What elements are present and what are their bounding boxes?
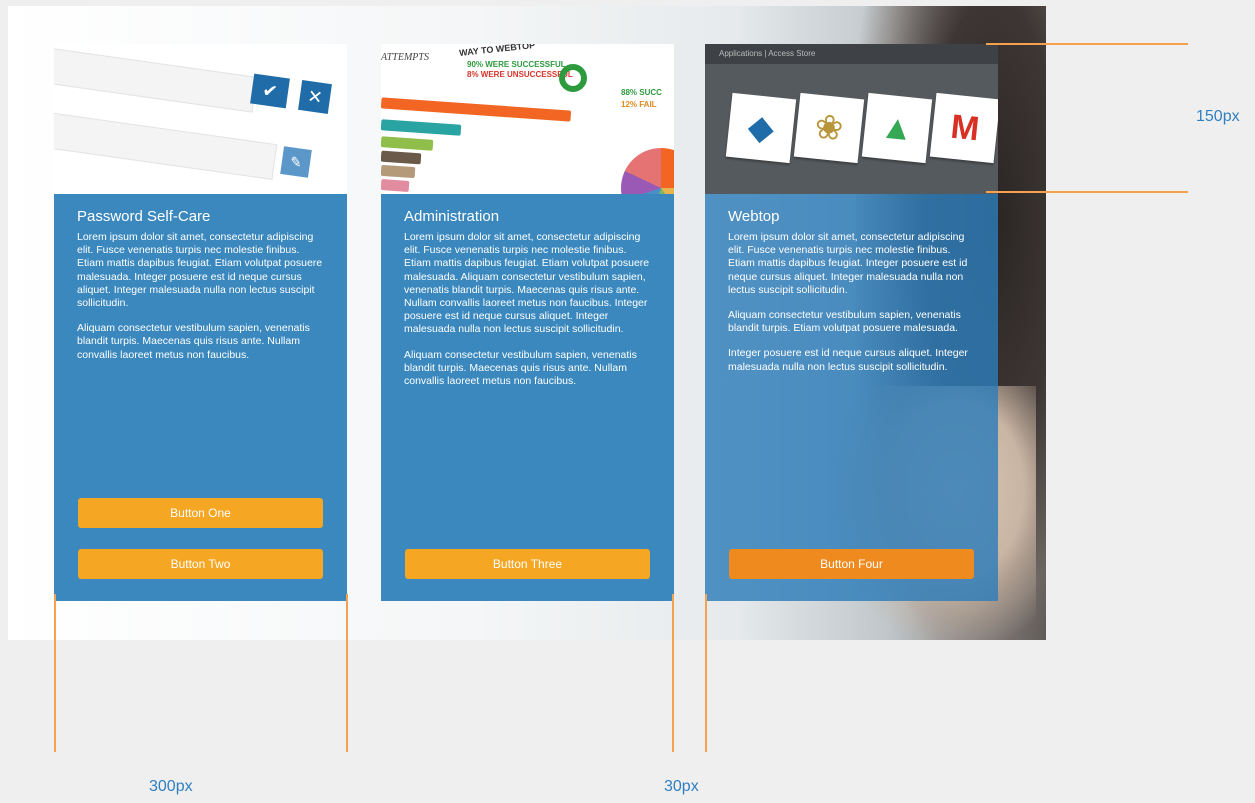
close-icon: ✕ [298, 80, 332, 114]
chart-stat-right-success: 88% SUCC [621, 88, 662, 97]
card-body: Administration Lorem ipsum dolor sit ame… [381, 194, 674, 601]
annotation-line-gap-right [705, 594, 707, 752]
annotation-line-card-right [346, 594, 348, 752]
card-paragraph: Integer posuere est id neque cursus aliq… [728, 347, 968, 373]
chart-label: ATTEMPTS [381, 52, 429, 63]
card-paragraph: Aliquam consectetur vestibulum sapien, v… [404, 348, 637, 388]
chart-bar [381, 119, 462, 136]
chart-bar [381, 150, 422, 165]
chart-stat-right-fail: 12% FAIL [621, 100, 657, 109]
card-administration: ATTEMPTS WAY TO WEBTOP 90% WERE SUCCESSF… [381, 44, 674, 601]
card-paragraph: Lorem ipsum dolor sit amet, consectetur … [728, 231, 968, 296]
card-password-self-care: ✔ ✕ ✎ Password Self-Care Lorem ipsum dol… [54, 44, 347, 601]
app-tile-icon: ❀ [793, 92, 865, 164]
button-one[interactable]: Button One [78, 498, 323, 528]
button-two[interactable]: Button Two [78, 549, 323, 579]
chart-heading: WAY TO WEBTOP [458, 44, 536, 58]
app-tile-icon: ◆ [725, 92, 797, 164]
chart-bar [381, 136, 434, 151]
edit-icon: ✎ [280, 146, 312, 178]
chart-stat-success: 90% WERE SUCCESSFUL [467, 60, 566, 69]
button-four[interactable]: Button Four [729, 549, 974, 579]
annotation-line-gap-left [672, 594, 674, 752]
password-field-mock [54, 47, 258, 113]
password-field-mock-2 [54, 112, 278, 180]
button-three[interactable]: Button Three [405, 549, 650, 579]
card-body: Password Self-Care Lorem ipsum dolor sit… [54, 194, 347, 601]
card-paragraph: Aliquam consectetur vestibulum sapien, v… [77, 322, 310, 361]
card-body: Webtop Lorem ipsum dolor sit amet, conse… [705, 194, 998, 601]
card-title: Password Self-Care [77, 208, 211, 225]
chart-bar [381, 179, 410, 192]
annotation-height-label: 150px [1196, 108, 1240, 125]
check-icon: ✔ [250, 73, 290, 109]
chart-bar [381, 164, 416, 179]
card-image-administration: ATTEMPTS WAY TO WEBTOP 90% WERE SUCCESSF… [381, 44, 674, 194]
gmail-icon: M [929, 92, 998, 164]
card-title: Webtop [728, 208, 780, 225]
annotation-line-card-left [54, 594, 56, 752]
annotation-gap-label: 30px [664, 778, 699, 795]
webtop-topbar: Applications | Access Store [705, 44, 998, 64]
card-webtop: Applications | Access Store ◆ ❀ ▲ M Webt… [705, 44, 998, 601]
donut-chart [559, 64, 587, 92]
card-image-password: ✔ ✕ ✎ [54, 44, 347, 194]
card-paragraph: Aliquam consectetur vestibulum sapien, v… [728, 309, 961, 335]
annotation-line-bottom [986, 191, 1188, 193]
annotation-width-label: 300px [149, 778, 193, 795]
annotation-line-top [986, 43, 1188, 45]
chart-stat-fail: 8% WERE UNSUCCESSFUL [467, 70, 573, 79]
card-paragraph: Lorem ipsum dolor sit amet, consectetur … [404, 231, 650, 336]
pie-chart [621, 148, 674, 194]
card-image-webtop: Applications | Access Store ◆ ❀ ▲ M [705, 44, 998, 194]
drive-icon: ▲ [861, 92, 933, 164]
chart-bar [381, 97, 572, 122]
card-paragraph: Lorem ipsum dolor sit amet, consectetur … [77, 231, 323, 310]
card-title: Administration [404, 208, 500, 225]
